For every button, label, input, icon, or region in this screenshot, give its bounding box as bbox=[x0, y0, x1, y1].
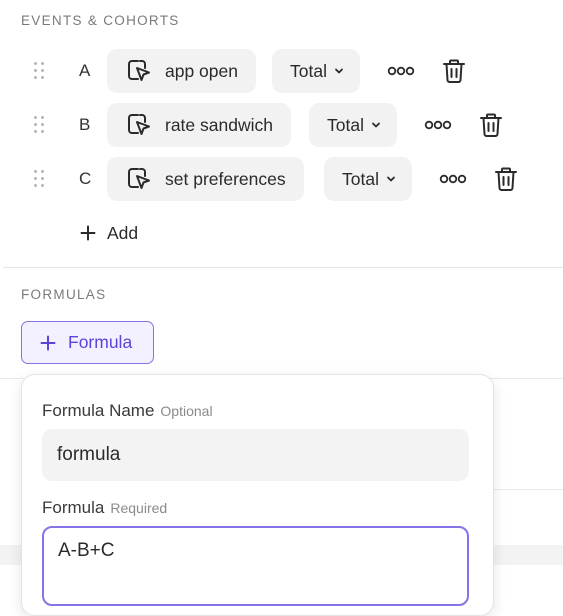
event-letter: C bbox=[79, 169, 92, 188]
event-letter: A bbox=[79, 61, 91, 80]
trash-icon[interactable] bbox=[494, 166, 518, 192]
event-selector-button[interactable]: app open bbox=[107, 49, 256, 93]
required-hint: Required bbox=[110, 500, 168, 516]
optional-hint: Optional bbox=[160, 403, 213, 419]
formula-input[interactable]: A-B+C bbox=[42, 526, 469, 606]
chevron-down-icon bbox=[387, 176, 395, 182]
event-letter: B bbox=[79, 115, 91, 134]
aggregation-dropdown[interactable]: Total bbox=[324, 157, 412, 201]
add-event-button[interactable]: Add bbox=[80, 220, 138, 246]
add-formula-label: Formula bbox=[68, 332, 133, 352]
more-options-icon[interactable] bbox=[424, 117, 452, 133]
more-options-icon[interactable] bbox=[387, 63, 415, 79]
add-formula-button[interactable]: Formula bbox=[21, 321, 154, 364]
formula-popover: Formula Name Optional formula Formula Requ… bbox=[21, 374, 494, 616]
event-name: app open bbox=[165, 60, 238, 81]
add-label: Add bbox=[107, 222, 139, 243]
background-panel bbox=[0, 545, 21, 565]
plus-icon bbox=[80, 225, 96, 241]
aggregation-label: Total bbox=[290, 60, 327, 81]
plus-icon bbox=[40, 335, 56, 350]
event-row-a: A app open Total bbox=[0, 49, 563, 93]
event-selector-button[interactable]: set preferences bbox=[107, 157, 304, 201]
event-cursor-icon bbox=[128, 168, 150, 189]
section-divider bbox=[3, 267, 563, 268]
aggregation-label: Total bbox=[327, 114, 364, 135]
formula-label: Formula Required bbox=[42, 498, 167, 518]
trash-icon[interactable] bbox=[442, 58, 466, 84]
aggregation-dropdown[interactable]: Total bbox=[272, 49, 360, 93]
drag-handle-icon[interactable] bbox=[34, 170, 46, 188]
formulas-title: FORMULAS bbox=[21, 287, 107, 302]
background-divider bbox=[492, 489, 563, 490]
drag-handle-icon[interactable] bbox=[34, 62, 46, 80]
trash-icon[interactable] bbox=[479, 112, 503, 138]
event-cursor-icon bbox=[128, 60, 150, 81]
formula-name-label-text: Formula Name bbox=[42, 401, 155, 420]
formula-label-text: Formula bbox=[42, 498, 105, 517]
event-name: rate sandwich bbox=[165, 114, 273, 135]
formula-name-label: Formula Name Optional bbox=[42, 401, 213, 421]
event-cursor-icon bbox=[128, 114, 150, 135]
formula-name-input[interactable]: formula bbox=[42, 429, 469, 481]
event-name: set preferences bbox=[165, 168, 286, 189]
events-cohorts-title: EVENTS & COHORTS bbox=[21, 13, 180, 28]
more-options-icon[interactable] bbox=[439, 171, 467, 187]
background-panel bbox=[492, 545, 563, 565]
event-row-b: B rate sandwich Total bbox=[0, 103, 563, 147]
chevron-down-icon bbox=[335, 68, 343, 74]
aggregation-dropdown[interactable]: Total bbox=[309, 103, 397, 147]
drag-handle-icon[interactable] bbox=[34, 116, 46, 134]
aggregation-label: Total bbox=[342, 168, 379, 189]
event-row-c: C set preferences Total bbox=[0, 157, 563, 201]
event-selector-button[interactable]: rate sandwich bbox=[107, 103, 291, 147]
chevron-down-icon bbox=[372, 122, 380, 128]
